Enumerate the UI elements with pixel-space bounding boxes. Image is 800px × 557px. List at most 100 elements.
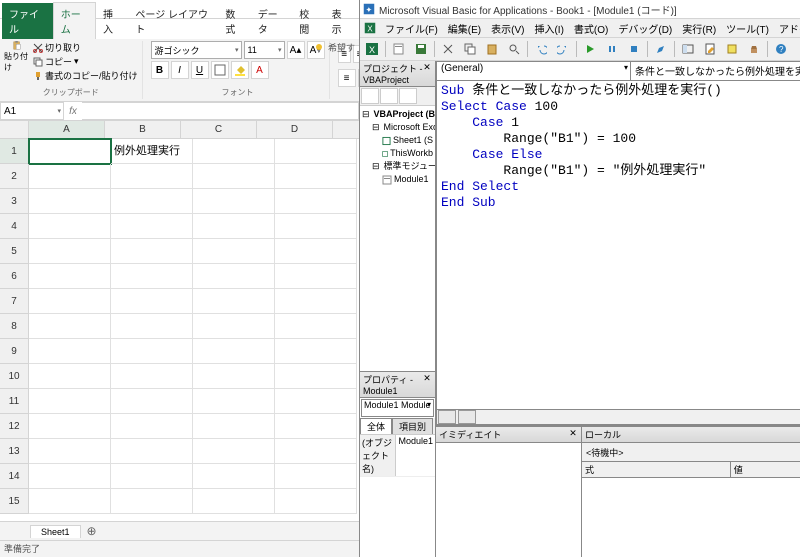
cell[interactable] — [111, 289, 193, 314]
cell[interactable] — [29, 389, 111, 414]
reset-button[interactable] — [624, 39, 644, 59]
cell[interactable] — [29, 189, 111, 214]
italic-button[interactable]: I — [171, 61, 189, 79]
tell-me-button[interactable]: 希望す — [313, 41, 355, 54]
copy-button[interactable] — [460, 39, 480, 59]
cell[interactable] — [275, 464, 357, 489]
col-header-a[interactable]: A — [29, 121, 105, 138]
tab-formulas[interactable]: 数式 — [218, 3, 250, 39]
cell[interactable] — [193, 189, 275, 214]
row-header[interactable]: 3 — [0, 189, 29, 214]
fx-button[interactable]: fx — [64, 106, 82, 117]
formula-bar[interactable] — [82, 102, 359, 120]
insert-module-button[interactable] — [389, 39, 409, 59]
name-box[interactable]: A1 — [0, 102, 64, 120]
cell[interactable] — [275, 189, 357, 214]
view-excel-button[interactable]: X — [362, 39, 382, 59]
cell[interactable] — [29, 414, 111, 439]
tab-data[interactable]: データ — [251, 3, 293, 39]
cell[interactable] — [193, 164, 275, 189]
cell[interactable] — [111, 264, 193, 289]
tab-file[interactable]: ファイル — [2, 3, 53, 39]
sheet-tab[interactable]: Sheet1 — [30, 525, 81, 538]
font-color-button[interactable]: A — [251, 61, 269, 79]
cell[interactable] — [111, 214, 193, 239]
row-header[interactable]: 7 — [0, 289, 29, 314]
cell[interactable] — [111, 489, 193, 514]
cell[interactable] — [193, 264, 275, 289]
cell[interactable] — [29, 489, 111, 514]
cell[interactable] — [29, 439, 111, 464]
redo-button[interactable] — [553, 39, 573, 59]
cell[interactable] — [29, 464, 111, 489]
cell[interactable] — [193, 239, 275, 264]
cell[interactable] — [111, 439, 193, 464]
menu-format[interactable]: 書式(O) — [570, 20, 612, 37]
cut-button[interactable] — [438, 39, 458, 59]
bold-button[interactable]: B — [151, 61, 169, 79]
cell[interactable] — [275, 239, 357, 264]
align-left-button[interactable]: ≡ — [338, 69, 356, 87]
cell[interactable] — [193, 289, 275, 314]
col-header-c[interactable]: C — [181, 121, 257, 138]
immediate-input[interactable] — [436, 443, 581, 557]
cell[interactable] — [275, 389, 357, 414]
tab-page-layout[interactable]: ページ レイアウト — [128, 3, 218, 39]
procedure-view-button[interactable] — [438, 410, 456, 424]
format-painter-button[interactable]: 書式のコピー/貼り付け — [33, 69, 138, 82]
cell[interactable] — [111, 464, 193, 489]
row-header[interactable]: 4 — [0, 214, 29, 239]
find-button[interactable] — [504, 39, 524, 59]
row-header[interactable]: 9 — [0, 339, 29, 364]
cell[interactable] — [275, 264, 357, 289]
row-header[interactable]: 11 — [0, 389, 29, 414]
cell[interactable] — [193, 339, 275, 364]
col-header-d[interactable]: D — [257, 121, 333, 138]
cell[interactable] — [29, 364, 111, 389]
cell[interactable] — [275, 364, 357, 389]
full-module-view-button[interactable] — [458, 410, 476, 424]
project-tree[interactable]: ⊟VBAProject (B ⊟Microsoft Exc Sheet1 (S … — [360, 106, 435, 371]
cell[interactable] — [275, 339, 357, 364]
row-header[interactable]: 10 — [0, 364, 29, 389]
row-header[interactable]: 2 — [0, 164, 29, 189]
menu-tools[interactable]: ツール(T) — [722, 20, 773, 37]
row-header[interactable]: 13 — [0, 439, 29, 464]
underline-button[interactable]: U — [191, 61, 209, 79]
cell[interactable] — [29, 339, 111, 364]
cell[interactable] — [29, 314, 111, 339]
cell[interactable] — [29, 239, 111, 264]
object-dropdown[interactable]: (General) — [437, 62, 631, 80]
row-header[interactable]: 5 — [0, 239, 29, 264]
help-button[interactable]: ? — [771, 39, 791, 59]
undo-button[interactable] — [531, 39, 551, 59]
row-header[interactable]: 14 — [0, 464, 29, 489]
increase-font-button[interactable]: A▴ — [287, 41, 305, 59]
font-size-combo[interactable]: 11 — [244, 41, 285, 59]
project-explorer-button[interactable] — [678, 39, 698, 59]
cell[interactable] — [111, 414, 193, 439]
row-header[interactable]: 15 — [0, 489, 29, 514]
locals-col-expr[interactable]: 式 — [582, 462, 731, 477]
copy-button[interactable]: コピー ▾ — [33, 55, 138, 68]
menu-addins[interactable]: アドイン(A) — [775, 20, 800, 37]
cell[interactable] — [111, 189, 193, 214]
run-button[interactable] — [580, 39, 600, 59]
paste-button[interactable]: 貼り付け — [4, 41, 30, 73]
properties-tab-alphabetic[interactable]: 全体 — [360, 418, 392, 434]
menu-edit[interactable]: 編集(E) — [444, 20, 485, 37]
cell[interactable] — [275, 214, 357, 239]
fill-color-button[interactable] — [231, 61, 249, 79]
cell[interactable] — [193, 414, 275, 439]
menu-file[interactable]: ファイル(F) — [381, 20, 442, 37]
cell[interactable]: 例外処理実行 — [111, 139, 193, 164]
cell[interactable] — [275, 439, 357, 464]
cell[interactable] — [275, 489, 357, 514]
procedure-dropdown[interactable]: 条件と一致しなかったら例外処理を実行 — [631, 62, 800, 80]
align-center-button[interactable]: ≡ — [358, 69, 359, 87]
properties-button[interactable] — [700, 39, 720, 59]
cell[interactable] — [193, 439, 275, 464]
design-mode-button[interactable] — [651, 39, 671, 59]
cell[interactable] — [111, 164, 193, 189]
project-explorer-close-button[interactable]: ✕ — [421, 62, 433, 73]
